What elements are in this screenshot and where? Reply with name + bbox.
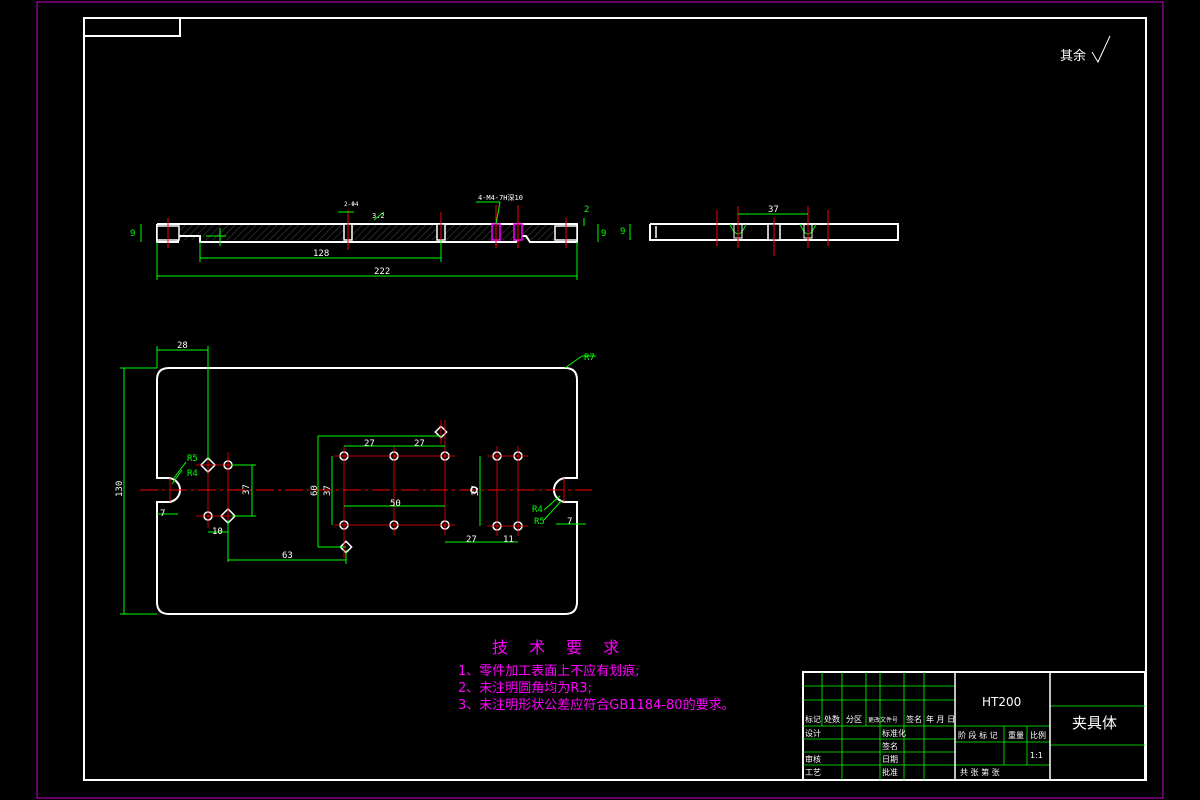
tb-check: 审核 — [805, 754, 821, 764]
dim-7-left: 7 — [160, 509, 165, 519]
tb-date: 年 月 日 — [926, 714, 955, 724]
tb-mark: 标记 — [805, 714, 821, 724]
tech-item-3: 3、未注明形状公差应符合GB1184-80的要求。 — [458, 697, 735, 713]
tech-title: 技 术 要 求 — [492, 638, 627, 657]
tb-ratio: 比例 — [1030, 730, 1046, 740]
tb-standardize: 标准化 — [882, 728, 906, 738]
dim-r4-left: R4 — [187, 469, 198, 479]
tech-item-2: 2、未注明圆角均为R3; — [458, 681, 592, 696]
title-block: HT200 夹具体 1:1 标记 处数 分区 更改文件号 签名 年 月 日 设计… — [802, 671, 1146, 781]
side-view: 37 9 — [620, 205, 899, 256]
dim-7-right: 7 — [567, 517, 572, 527]
dim-2-phi4: 2-Φ4 — [344, 201, 359, 208]
corner-note: 其余 — [1060, 48, 1086, 64]
tb-doc-no: 更改文件号 — [868, 716, 898, 724]
dim-222: 222 — [374, 267, 390, 277]
title-part-name: 夹具体 — [1072, 714, 1117, 732]
dim-r7: R7 — [584, 353, 595, 363]
dim-63: 63 — [282, 551, 293, 561]
front-section-view: 128 222 9 9 2 3.2 4-M4-7H深10 2-Φ4 — [130, 193, 606, 280]
dim-3-2: 3.2 — [372, 212, 385, 220]
tb-date2: 日期 — [882, 755, 898, 764]
dim-60: 60 — [310, 485, 320, 496]
plan-view: 28 R7 130 R5 R4 7 10 37 63 27 27 50 60 3… — [115, 341, 596, 615]
tech-item-1: 1、零件加工表面上不应有划痕; — [458, 663, 640, 679]
dim-37-mid: 37 — [323, 485, 333, 496]
dim-37-right: 37 — [471, 485, 481, 496]
tb-design: 设计 — [805, 728, 821, 738]
dim-128: 128 — [313, 249, 329, 259]
tb-process: 工艺 — [805, 768, 821, 777]
dim-side-9: 9 — [620, 227, 625, 237]
dim-10: 10 — [212, 527, 223, 537]
tb-stage-mark: 阶 段 标 记 — [958, 730, 998, 740]
tb-sign2: 签名 — [882, 741, 898, 751]
tb-zone: 分区 — [846, 715, 862, 724]
dim-2: 2 — [584, 205, 589, 215]
title-scale: 1:1 — [1030, 751, 1043, 760]
dim-50: 50 — [390, 499, 401, 509]
title-material: HT200 — [982, 695, 1021, 709]
dim-130: 130 — [115, 481, 125, 497]
dim-r5-left: R5 — [187, 454, 198, 464]
dim-r5-right: R5 — [534, 517, 545, 527]
dim-27-b: 27 — [414, 439, 425, 449]
dim-r4-right: R4 — [532, 505, 543, 515]
dim-27-c: 27 — [466, 535, 477, 545]
tb-signature: 签名 — [906, 714, 922, 724]
dim-9-right: 9 — [601, 229, 606, 239]
dim-hole-callout: 4-M4-7H深10 — [478, 193, 523, 202]
roughness-symbol — [1091, 35, 1111, 64]
dim-27-a: 27 — [364, 439, 375, 449]
tb-approve: 批准 — [882, 767, 898, 777]
dim-11: 11 — [503, 535, 514, 545]
dim-side-37: 37 — [768, 205, 779, 215]
drawing-number-box — [83, 17, 181, 37]
tb-weight: 重量 — [1008, 730, 1024, 740]
tb-sheets: 共 张 第 张 — [960, 767, 1000, 777]
dim-37-left: 37 — [242, 484, 252, 495]
tb-count: 处数 — [824, 714, 840, 724]
dim-9-left: 9 — [130, 229, 135, 239]
dim-28: 28 — [177, 341, 188, 351]
cad-drawing: 其余 128 222 9 9 2 3.2 4-M4-7H深10 2-Φ4 37 … — [36, 1, 1164, 799]
technical-requirements: 技 术 要 求 1、零件加工表面上不应有划痕; 2、未注明圆角均为R3; 3、未… — [458, 638, 735, 713]
